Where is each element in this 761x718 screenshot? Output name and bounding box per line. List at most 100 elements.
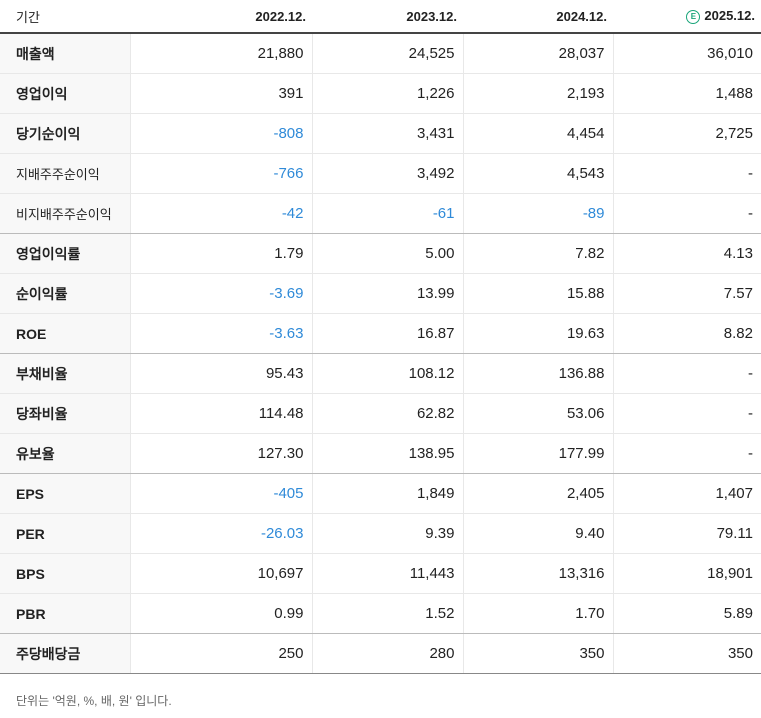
table-cell: 250 (129, 633, 312, 674)
table-cell: -3.69 (129, 273, 312, 314)
row-label: 주당배당금 (0, 633, 130, 674)
row-label: BPS (0, 553, 130, 594)
table-cell: 138.95 (311, 433, 463, 474)
table-cell: -405 (129, 473, 312, 514)
table-row: 영업이익률 1.79 5.00 7.82 4.13 (0, 233, 761, 274)
table-cell: 13.99 (311, 273, 463, 314)
table-body: 매출액 21,880 24,525 28,037 36,010 영업이익 391 1,226 2… (0, 33, 761, 674)
table-cell: 350 (462, 633, 613, 674)
row-label: 순이익률 (0, 273, 130, 314)
table-cell: 127.30 (129, 433, 312, 474)
table-row: 비지배주주순이익 -42 -61 -89- (0, 193, 761, 234)
table-cell: 1.70 (462, 593, 613, 634)
row-label: 매출액 (0, 33, 130, 74)
period-label: 기간 (0, 0, 130, 34)
table-cell: - (612, 193, 761, 234)
table-cell: 1.79 (129, 233, 312, 274)
row-label: EPS (0, 473, 130, 514)
row-label: 유보율 (0, 433, 130, 474)
table-cell: -42 (129, 193, 312, 234)
table-cell: -61 (311, 193, 463, 234)
table-cell: 24,525 (311, 33, 463, 74)
row-label: 당좌비율 (0, 393, 130, 434)
table-cell: 108.12 (311, 353, 463, 394)
table-cell: 1,849 (311, 473, 463, 514)
financial-summary: 기간 2022.12. 2023.12. 2024.12. E 2025.12. … (0, 0, 761, 709)
table-cell: 16.87 (311, 313, 463, 354)
table-row: EPS -405 1,849 2,405 1,407 (0, 473, 761, 514)
table-cell: 350 (612, 633, 761, 674)
table-cell: 15.88 (462, 273, 613, 314)
table-row: 순이익률 -3.69 13.99 15.88 7.57 (0, 273, 761, 314)
table-cell: 53.06 (462, 393, 613, 434)
row-label: PBR (0, 593, 130, 634)
table-cell: 1,488 (612, 73, 761, 114)
table-row: 유보율 127.30 138.95 177.99- (0, 433, 761, 474)
column-2022: 2022.12. (130, 0, 312, 34)
table-cell: 10,697 (129, 553, 312, 594)
table-cell: -89 (462, 193, 613, 234)
estimate-icon: E (686, 9, 701, 24)
table-cell: 79.11 (612, 513, 761, 554)
column-2023: 2023.12. (312, 0, 463, 34)
table-cell: 19.63 (462, 313, 613, 354)
row-label: 영업이익 (0, 73, 130, 114)
table-cell: 1.52 (311, 593, 463, 634)
table-cell: 4,454 (462, 113, 613, 154)
table-cell: 3,492 (311, 153, 463, 194)
table-cell: 8.82 (612, 313, 761, 354)
table-cell: 177.99 (462, 433, 613, 474)
table-cell: -3.63 (129, 313, 312, 354)
table-cell: 62.82 (311, 393, 463, 434)
table-cell: 2,725 (612, 113, 761, 154)
column-2025-estimate: E 2025.12. (613, 0, 761, 34)
row-label: 부채비율 (0, 353, 130, 394)
table-cell: - (612, 353, 761, 394)
table-cell: 9.39 (311, 513, 463, 554)
table-row: BPS 10,697 11,443 13,316 18,901 (0, 553, 761, 594)
table-row: PER -26.03 9.39 9.40 79.11 (0, 513, 761, 554)
column-2024: 2024.12. (463, 0, 613, 34)
table-cell: -26.03 (129, 513, 312, 554)
table-cell: -808 (129, 113, 312, 154)
table-cell: 4.13 (612, 233, 761, 274)
table-cell: 2,193 (462, 73, 613, 114)
table-header: 기간 2022.12. 2023.12. 2024.12. E 2025.12. (0, 0, 761, 34)
table-cell: 3,431 (311, 113, 463, 154)
table-cell: 18,901 (612, 553, 761, 594)
table-cell: 13,316 (462, 553, 613, 594)
table-cell: 36,010 (612, 33, 761, 74)
table-cell: 11,443 (311, 553, 463, 594)
table-row: 매출액 21,880 24,525 28,037 36,010 (0, 33, 761, 74)
table-cell: 9.40 (462, 513, 613, 554)
row-label: ROE (0, 313, 130, 354)
table-cell: 2,405 (462, 473, 613, 514)
table-cell: 5.89 (612, 593, 761, 634)
table-cell: 7.82 (462, 233, 613, 274)
table-row: 당기순이익 -808 3,431 4,454 2,725 (0, 113, 761, 154)
table-cell: 280 (311, 633, 463, 674)
table-cell: 95.43 (129, 353, 312, 394)
table-row: 당좌비율 114.48 62.82 53.06- (0, 393, 761, 434)
row-label: 비지배주주순이익 (0, 193, 130, 234)
table-cell: 0.99 (129, 593, 312, 634)
table-cell: 4,543 (462, 153, 613, 194)
table-cell: 5.00 (311, 233, 463, 274)
table-row: ROE -3.63 16.87 19.63 8.82 (0, 313, 761, 354)
table-cell: 136.88 (462, 353, 613, 394)
table-cell: 114.48 (129, 393, 312, 434)
table-cell: -766 (129, 153, 312, 194)
table-cell: 391 (129, 73, 312, 114)
table-cell: 1,407 (612, 473, 761, 514)
table-cell: - (612, 433, 761, 474)
table-row: 주당배당금 250 280 350 350 (0, 633, 761, 674)
table-cell: 21,880 (129, 33, 312, 74)
table-row: 지배주주순이익 -766 3,492 4,543- (0, 153, 761, 194)
table-cell: - (612, 153, 761, 194)
row-label: 지배주주순이익 (0, 153, 130, 194)
table-cell: - (612, 393, 761, 434)
unit-footnote: 단위는 '억원, %, 배, 원' 입니다. (16, 694, 172, 708)
table-row: PBR 0.99 1.52 1.70 5.89 (0, 593, 761, 634)
table-row: 부채비율 95.43 108.12 136.88- (0, 353, 761, 394)
financial-table: 기간 2022.12. 2023.12. 2024.12. E 2025.12. … (0, 0, 761, 674)
